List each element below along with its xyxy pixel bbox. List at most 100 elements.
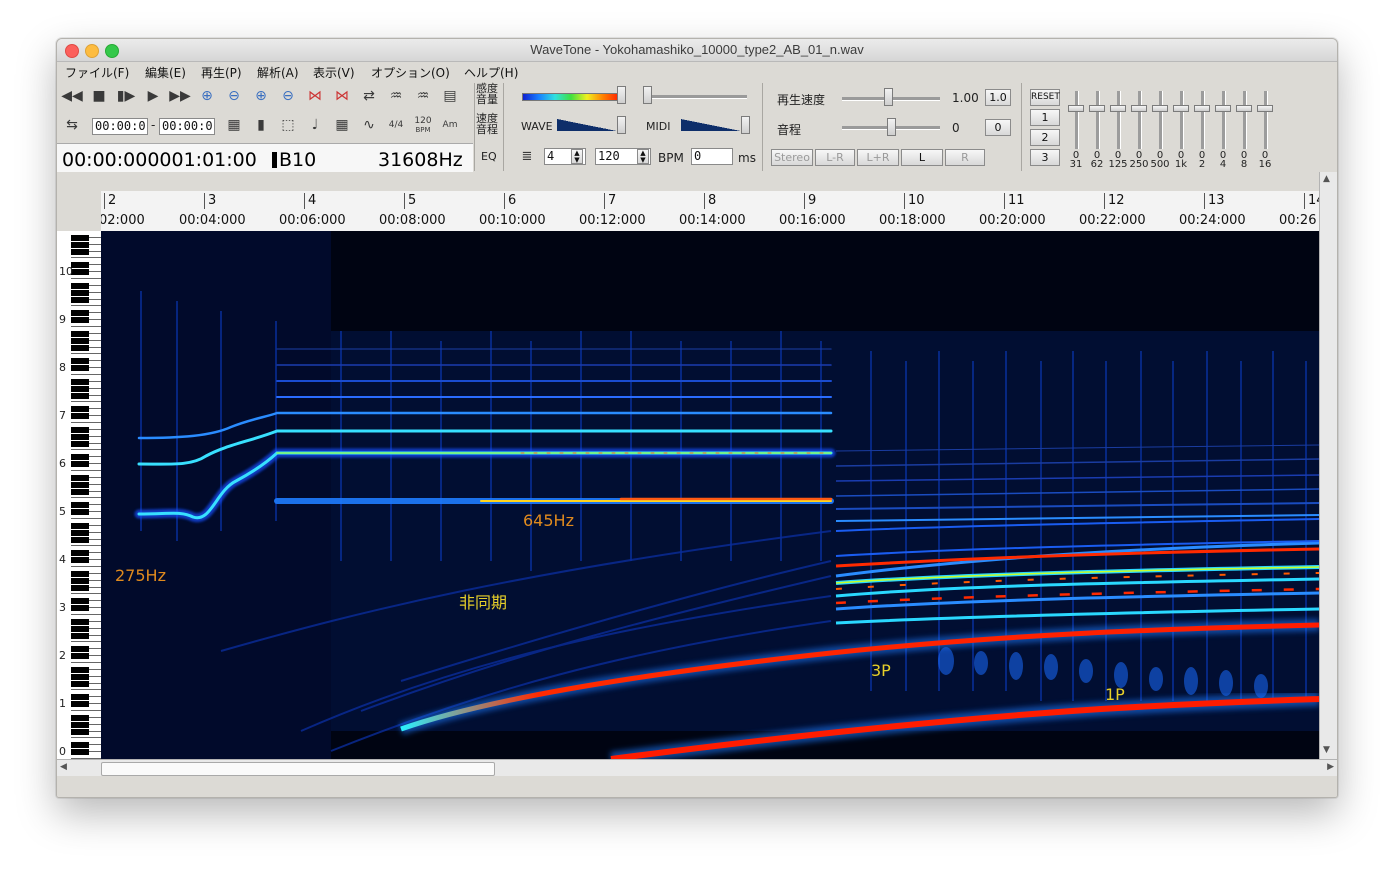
piano-black-key[interactable] — [71, 461, 89, 468]
piano-black-key[interactable] — [71, 584, 89, 591]
eq-band-slider[interactable] — [1129, 91, 1149, 149]
piano-black-key[interactable] — [71, 344, 89, 351]
piano-black-key[interactable] — [71, 269, 89, 276]
eq-band-thumb[interactable] — [1089, 105, 1105, 112]
piano-black-key[interactable] — [71, 289, 89, 296]
piano-black-key[interactable] — [71, 673, 89, 680]
grid-icon[interactable]: ▦ — [331, 114, 353, 136]
menu-file[interactable]: ファイル(F) — [65, 64, 129, 81]
piano-black-key[interactable] — [71, 474, 89, 481]
eq-band-slider[interactable] — [1087, 91, 1107, 149]
playback-speed-thumb[interactable] — [884, 88, 893, 106]
piano-black-key[interactable] — [71, 509, 89, 516]
eq-preset-3-button[interactable]: 3 — [1030, 149, 1060, 166]
shrink-h-icon[interactable]: ⋈ — [331, 85, 353, 107]
piano-black-key[interactable] — [71, 241, 89, 248]
piano-black-key[interactable] — [71, 728, 89, 735]
play-icon[interactable]: ▶ — [142, 85, 164, 107]
horizontal-scrollbar[interactable]: ◀ ▶ — [57, 759, 1337, 777]
eq-preset-2-button[interactable]: 2 — [1030, 129, 1060, 146]
select-icon[interactable]: ⬚ — [277, 114, 299, 136]
piano-black-key[interactable] — [71, 577, 89, 584]
piano-black-key[interactable] — [71, 529, 89, 536]
expand-h-icon[interactable]: ⋈ — [304, 85, 326, 107]
piano-black-key[interactable] — [71, 248, 89, 255]
pitch-reset-button[interactable]: 0 — [985, 119, 1011, 136]
eq-reset-button[interactable]: RESET — [1030, 89, 1060, 106]
piano-black-key[interactable] — [71, 337, 89, 344]
fast-forward-icon[interactable]: ▶▶ — [169, 85, 191, 107]
piano-black-key[interactable] — [71, 680, 89, 687]
piano-black-key[interactable] — [71, 653, 89, 660]
eq-band-thumb[interactable] — [1257, 105, 1273, 112]
menu-options[interactable]: オプション(O) — [371, 64, 450, 81]
bpm-indicator[interactable]: 120 BPM — [412, 117, 434, 135]
stop-icon[interactable]: ■ — [88, 85, 110, 107]
piano-black-key[interactable] — [71, 666, 89, 673]
menu-view[interactable]: 表示(V) — [313, 64, 355, 81]
piano-black-key[interactable] — [71, 721, 89, 728]
zoom-in-h-icon[interactable]: ⊕ — [196, 85, 218, 107]
volume-slider-thumb[interactable] — [643, 86, 652, 104]
zoom-out-v-icon[interactable]: ⊖ — [277, 85, 299, 107]
zoom-out-h-icon[interactable]: ⊖ — [223, 85, 245, 107]
piano-black-key[interactable] — [71, 618, 89, 625]
piano-black-key[interactable] — [71, 749, 89, 756]
wave-out-icon[interactable]: ♒ — [412, 85, 434, 107]
piano-black-key[interactable] — [71, 262, 89, 269]
piano-black-key[interactable] — [71, 365, 89, 372]
wave-icon[interactable]: ∿ — [358, 114, 380, 136]
eq-band-thumb[interactable] — [1068, 105, 1084, 112]
eq-preset-1-button[interactable]: 1 — [1030, 109, 1060, 126]
piano-black-key[interactable] — [71, 742, 89, 749]
zoom-in-v-icon[interactable]: ⊕ — [250, 85, 272, 107]
note-icon[interactable]: ♩ — [304, 114, 326, 136]
piano-black-key[interactable] — [71, 550, 89, 557]
menu-help[interactable]: ヘルプ(H) — [464, 64, 518, 81]
wave-slider-thumb[interactable] — [617, 116, 626, 134]
channel-l-button[interactable]: L — [901, 149, 943, 166]
piano-black-key[interactable] — [71, 317, 89, 324]
piano-black-key[interactable] — [71, 296, 89, 303]
pitch-thumb[interactable] — [887, 118, 896, 136]
rewind-icon[interactable]: ◀◀ — [61, 85, 83, 107]
split-icon[interactable]: ▦ — [223, 114, 245, 136]
eq-band-slider[interactable] — [1255, 91, 1275, 149]
timeline-ruler[interactable]: 2 3 4 5 6 7 8 9 10 11 12 13 14 02:000 00:04:000 00:06:0… — [101, 191, 1319, 232]
piano-black-key[interactable] — [71, 358, 89, 365]
piano-black-key[interactable] — [71, 646, 89, 653]
piano-black-key[interactable] — [71, 570, 89, 577]
piano-black-key[interactable] — [71, 392, 89, 399]
piano-black-key[interactable] — [71, 330, 89, 337]
piano-black-key[interactable] — [71, 454, 89, 461]
piano-black-key[interactable] — [71, 310, 89, 317]
piano-black-key[interactable] — [71, 433, 89, 440]
vertical-scrollbar[interactable]: ▲ ▼ — [1319, 172, 1337, 759]
step-play-icon[interactable]: ▮▶ — [115, 85, 137, 107]
eq-band-slider[interactable] — [1171, 91, 1191, 149]
volume-slider-track[interactable] — [647, 95, 747, 99]
range-end-field[interactable]: 00:00:0 — [159, 118, 215, 135]
piano-black-key[interactable] — [71, 481, 89, 488]
piano-black-key[interactable] — [71, 385, 89, 392]
piano-black-key[interactable] — [71, 598, 89, 605]
bpm-spinner[interactable]: ▲ ▼ — [637, 149, 649, 164]
spectrogram-view[interactable]: 275Hz 645Hz 非同期 3P 1P — [101, 231, 1319, 759]
piano-black-key[interactable] — [71, 694, 89, 701]
eq-band-thumb[interactable] — [1194, 105, 1210, 112]
piano-black-key[interactable] — [71, 632, 89, 639]
eq-band-slider[interactable] — [1192, 91, 1212, 149]
piano-black-key[interactable] — [71, 234, 89, 241]
channel-stereo-button[interactable]: Stereo — [771, 149, 813, 166]
piano-black-key[interactable] — [71, 557, 89, 564]
eq-band-slider[interactable] — [1213, 91, 1233, 149]
channel-l-plus-r-button[interactable]: L+R — [857, 149, 899, 166]
menu-analyze[interactable]: 解析(A) — [257, 64, 299, 81]
piano-black-key[interactable] — [71, 502, 89, 509]
eq-band-thumb[interactable] — [1131, 105, 1147, 112]
piano-keyboard[interactable]: 0 1 2 3 4 5 6 7 8 9 10 — [57, 231, 101, 759]
piano-black-key[interactable] — [71, 378, 89, 385]
scroll-left-icon[interactable]: ◀ — [60, 762, 67, 772]
wave-in-icon[interactable]: ♒ — [385, 85, 407, 107]
piano-black-key[interactable] — [71, 625, 89, 632]
